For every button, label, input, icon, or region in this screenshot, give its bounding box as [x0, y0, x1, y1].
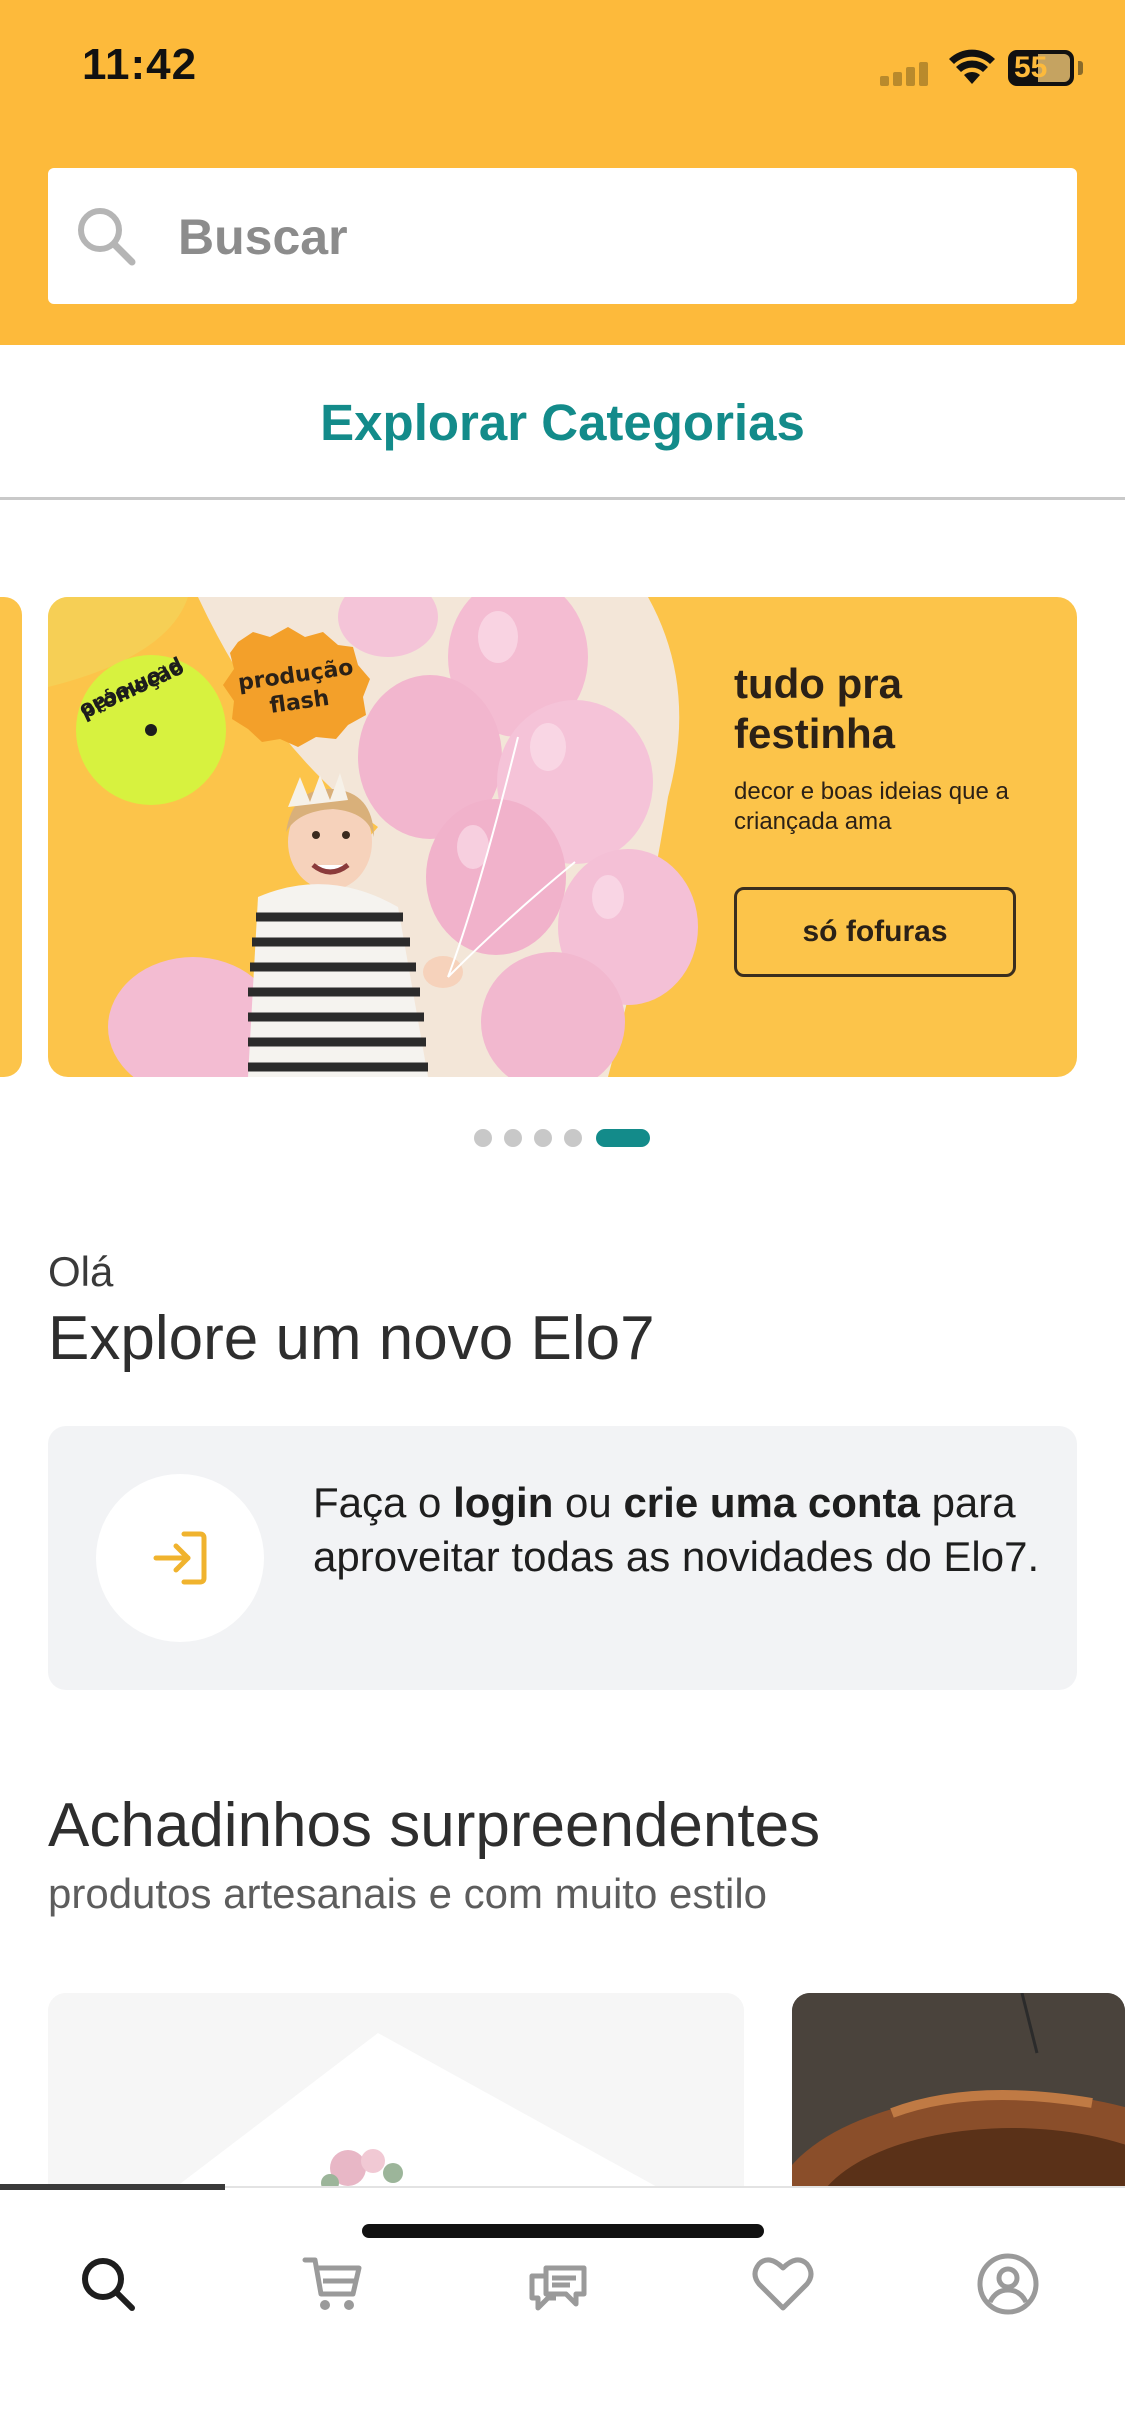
tab-cart[interactable]: [277, 2242, 397, 2342]
signup-link[interactable]: crie uma conta: [623, 1479, 919, 1526]
promo-badge: promoção promoção: [76, 655, 226, 805]
carousel-dot-active[interactable]: [596, 1129, 650, 1147]
banner-cta-button[interactable]: só fofuras: [734, 887, 1016, 977]
product-image: [48, 1993, 744, 2193]
login-text-prefix: Faça o: [313, 1479, 454, 1526]
product-image: [792, 1993, 1125, 2193]
login-prompt-text: Faça o login ou crie uma conta para apro…: [313, 1476, 1053, 1584]
product-card[interactable]: [792, 1993, 1125, 2193]
app-header: 11:42 55 Buscar: [0, 0, 1125, 345]
carousel-pagination: [474, 1127, 654, 1147]
carousel-dot[interactable]: [474, 1129, 492, 1147]
carousel-dot[interactable]: [534, 1129, 552, 1147]
status-bar: 11:42 55: [0, 0, 1125, 140]
battery-icon: 55: [1008, 50, 1074, 86]
cellular-signal-icon: [880, 60, 932, 86]
search-input[interactable]: Buscar: [48, 168, 1077, 304]
battery-level: 55: [1014, 51, 1048, 84]
login-link[interactable]: login: [453, 1479, 553, 1526]
tab-account[interactable]: [952, 2242, 1072, 2342]
tab-search[interactable]: [52, 2242, 172, 2342]
greeting-title: Explore um novo Elo7: [48, 1304, 655, 1373]
status-time: 11:42: [82, 40, 198, 89]
login-prompt-card[interactable]: Faça o login ou crie uma conta para apro…: [48, 1426, 1077, 1690]
section-subtitle: produtos artesanais e com muito estilo: [48, 1870, 768, 1917]
section-title: Achadinhos surpreendentes: [48, 1791, 821, 1860]
explore-categories-bar: Explorar Categorias: [0, 345, 1125, 500]
login-text-middle: ou: [553, 1479, 624, 1526]
banner-title: tudo pra festinha: [734, 660, 902, 757]
tab-messages[interactable]: [502, 2242, 622, 2342]
active-tab-indicator: [0, 2184, 225, 2190]
heart-icon: [752, 2257, 814, 2311]
login-icon: [153, 1531, 207, 1585]
promo-banner[interactable]: promoção promoção produção flash tudo pr…: [48, 597, 1077, 1077]
search-placeholder: Buscar: [178, 209, 348, 265]
search-icon: [82, 2258, 135, 2311]
tab-favorites[interactable]: [727, 2242, 847, 2342]
carousel-dot[interactable]: [504, 1129, 522, 1147]
chat-icon: [529, 2265, 587, 2311]
carousel-dot[interactable]: [564, 1129, 582, 1147]
wifi-icon: [949, 49, 995, 84]
search-icon: [78, 208, 136, 266]
explore-categories-link[interactable]: Explorar Categorias: [0, 393, 1125, 452]
cart-icon: [302, 2257, 362, 2310]
product-card[interactable]: [48, 1993, 744, 2193]
bottom-tab-bar: [0, 2184, 1125, 2436]
login-icon-container: [96, 1474, 264, 1642]
banner-previous-slide[interactable]: [0, 597, 22, 1077]
home-indicator[interactable]: [362, 2224, 764, 2238]
user-icon: [977, 2253, 1039, 2315]
battery-cap: [1078, 61, 1083, 75]
greeting-hello: Olá: [48, 1248, 114, 1295]
banner-subtitle: decor e boas ideias que a criançada ama: [734, 778, 1009, 835]
